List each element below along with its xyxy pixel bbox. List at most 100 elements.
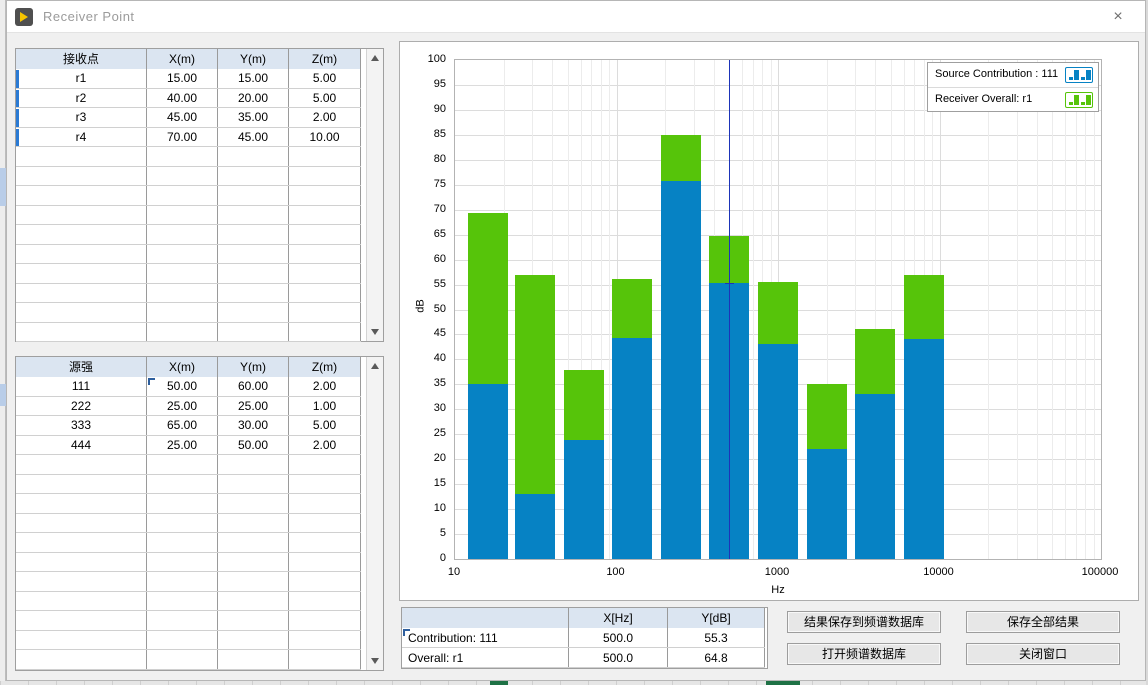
table-empty-cell xyxy=(289,323,361,343)
y-tick-label: 10 xyxy=(402,502,446,514)
scroll-up-icon[interactable] xyxy=(371,363,379,369)
scroll-down-icon[interactable] xyxy=(371,329,379,335)
table-empty-cell xyxy=(218,533,289,553)
y-tick-label: 40 xyxy=(402,352,446,364)
table-empty-cell xyxy=(16,514,147,534)
close-icon[interactable]: × xyxy=(1103,6,1133,28)
table-cell[interactable]: 64.8 xyxy=(668,648,765,668)
table-empty-cell xyxy=(218,553,289,573)
save-to-spectrum-db-button[interactable]: 结果保存到频谱数据库 xyxy=(787,611,941,633)
table-cell[interactable]: 444 xyxy=(16,436,147,456)
table-cell[interactable]: 25.00 xyxy=(147,436,218,456)
table-empty-cell xyxy=(16,323,147,343)
selected-cell-corner xyxy=(403,629,410,636)
table-empty-cell xyxy=(289,186,361,206)
vertical-scrollbar[interactable] xyxy=(366,49,383,341)
table-empty-cell xyxy=(147,147,218,167)
table-empty-cell xyxy=(147,225,218,245)
table-empty-cell xyxy=(147,186,218,206)
bar-overall xyxy=(904,275,944,340)
table-header-cell: X(m) xyxy=(147,357,218,377)
table-cell[interactable]: Contribution: 111 xyxy=(402,628,569,648)
scroll-down-icon[interactable] xyxy=(371,658,379,664)
vertical-scrollbar[interactable] xyxy=(366,357,383,670)
y-tick-label: 20 xyxy=(402,452,446,464)
table-cell[interactable]: 5.00 xyxy=(289,416,361,436)
open-spectrum-db-button[interactable]: 打开频谱数据库 xyxy=(787,643,941,665)
table-empty-cell xyxy=(289,303,361,323)
table-cell[interactable]: 30.00 xyxy=(218,416,289,436)
table-cell[interactable]: 2.00 xyxy=(289,377,361,397)
table-cell[interactable]: 50.00 xyxy=(218,436,289,456)
table-cell[interactable]: 500.0 xyxy=(569,628,668,648)
x-axis-title: Hz xyxy=(738,584,818,596)
table-cell[interactable]: 2.00 xyxy=(289,436,361,456)
selected-cell-corner xyxy=(148,378,155,385)
table-empty-cell xyxy=(289,284,361,304)
table-cell[interactable]: 5.00 xyxy=(289,89,361,109)
table-header-cell: 源强 xyxy=(16,357,147,377)
table-empty-cell xyxy=(289,572,361,592)
table-header-cell xyxy=(402,608,569,628)
table-cell[interactable]: r2 xyxy=(16,89,147,109)
table-cell[interactable]: 5.00 xyxy=(289,69,361,89)
table-empty-cell xyxy=(289,206,361,226)
table-cell[interactable]: Overall: r1 xyxy=(402,648,569,668)
table-cell[interactable]: 65.00 xyxy=(147,416,218,436)
table-empty-cell xyxy=(289,611,361,631)
table-cell[interactable]: r4 xyxy=(16,128,147,148)
table-empty-cell xyxy=(147,611,218,631)
row-selection-marker xyxy=(16,109,19,127)
scroll-up-icon[interactable] xyxy=(371,55,379,61)
titlebar[interactable]: Receiver Point × xyxy=(7,1,1145,33)
table-empty-cell xyxy=(289,475,361,495)
table-empty-cell xyxy=(147,650,218,670)
background-fragment xyxy=(766,681,800,685)
y-tick-label: 95 xyxy=(402,78,446,90)
table-header-cell: Z(m) xyxy=(289,49,361,69)
table-cell[interactable]: 70.00 xyxy=(147,128,218,148)
y-tick-label: 0 xyxy=(402,552,446,564)
save-all-results-button[interactable]: 保存全部结果 xyxy=(966,611,1120,633)
table-cell[interactable]: 50.00 xyxy=(147,377,218,397)
table-cell[interactable]: 40.00 xyxy=(147,89,218,109)
table-cell[interactable]: 500.0 xyxy=(569,648,668,668)
table-cell[interactable]: 55.3 xyxy=(668,628,765,648)
table-cell[interactable]: 60.00 xyxy=(218,377,289,397)
x-tick-label: 100000 xyxy=(1058,566,1142,578)
table-cell[interactable]: 111 xyxy=(16,377,147,397)
legend: Source Contribution : 111 Receiver Overa… xyxy=(927,62,1099,112)
row-selection-marker xyxy=(16,70,19,88)
table-cell[interactable]: 20.00 xyxy=(218,89,289,109)
table-empty-cell xyxy=(218,225,289,245)
table-cell[interactable]: 222 xyxy=(16,397,147,417)
table-empty-cell xyxy=(218,264,289,284)
table-cell[interactable]: 35.00 xyxy=(218,108,289,128)
table-cell[interactable]: r1 xyxy=(16,69,147,89)
table-cell[interactable]: r3 xyxy=(16,108,147,128)
table-cell[interactable]: 45.00 xyxy=(147,108,218,128)
cursor-line[interactable] xyxy=(729,60,730,559)
table-cell[interactable]: 25.00 xyxy=(147,397,218,417)
bar-overall xyxy=(758,282,798,345)
table-header-cell: Z(m) xyxy=(289,357,361,377)
legend-row-contribution: Source Contribution : 111 xyxy=(928,63,1098,87)
table-empty-cell xyxy=(147,553,218,573)
table-empty-cell xyxy=(147,264,218,284)
plot-area[interactable] xyxy=(454,59,1102,560)
table-cell[interactable]: 15.00 xyxy=(147,69,218,89)
table-header-cell: X[Hz] xyxy=(569,608,668,628)
table-cell[interactable]: 25.00 xyxy=(218,397,289,417)
legend-label: Source Contribution : 111 xyxy=(935,68,1058,80)
bar-overall xyxy=(612,279,652,338)
table-cell[interactable]: 2.00 xyxy=(289,108,361,128)
close-window-button[interactable]: 关闭窗口 xyxy=(966,643,1120,665)
table-cell[interactable]: 1.00 xyxy=(289,397,361,417)
table-empty-cell xyxy=(289,650,361,670)
table-cell[interactable]: 333 xyxy=(16,416,147,436)
table-empty-cell xyxy=(289,167,361,187)
screen: Receiver Point × 接收点X(m)Y(m)Z(m)r115.001… xyxy=(0,0,1148,685)
table-cell[interactable]: 10.00 xyxy=(289,128,361,148)
table-cell[interactable]: 45.00 xyxy=(218,128,289,148)
table-cell[interactable]: 15.00 xyxy=(218,69,289,89)
